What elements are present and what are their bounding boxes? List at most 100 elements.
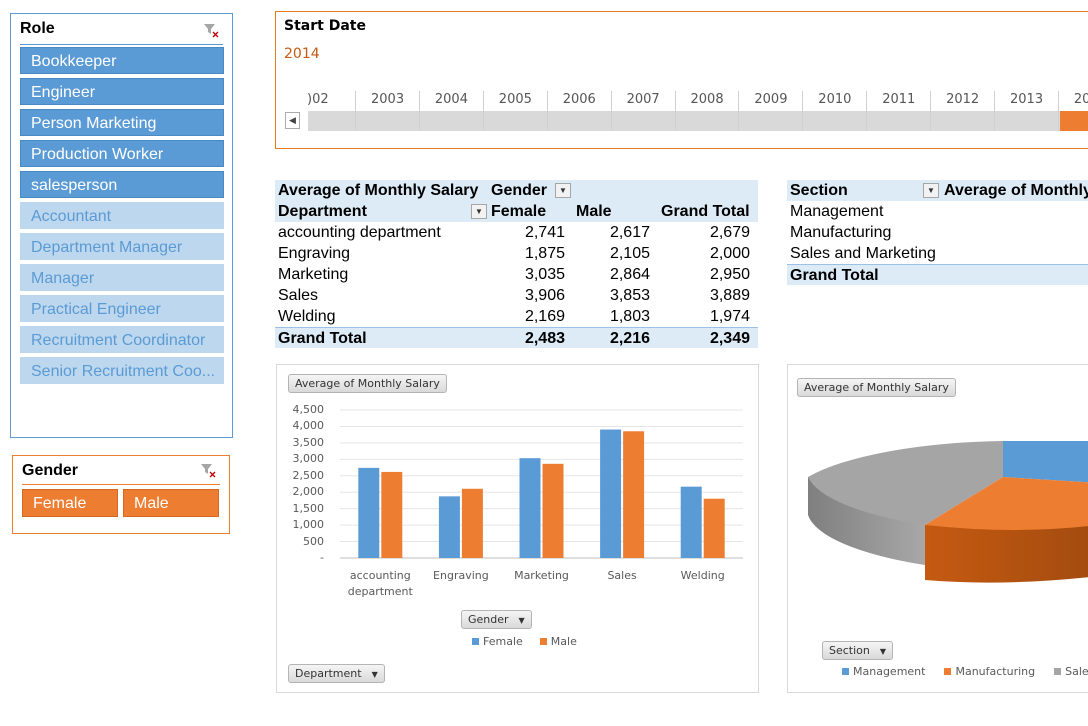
pivot-cell-male: 2,105 xyxy=(609,245,650,262)
pivot-row: Welding 2,169 1,803 1,974 xyxy=(275,306,758,327)
section-row-field: Section xyxy=(790,182,848,199)
clear-filter-icon[interactable] xyxy=(203,22,219,38)
department-axis-field-button[interactable]: Department ▼ xyxy=(288,664,385,683)
timeline-year-label[interactable]: 2014 xyxy=(1074,92,1088,107)
pie-slice-management[interactable] xyxy=(1003,441,1088,483)
pivot-cell-female: 2,169 xyxy=(524,308,565,325)
timeline-year-label[interactable]: )02 xyxy=(307,92,329,107)
department-axis-field-label: Department xyxy=(295,667,362,680)
bar-legend: Female Male xyxy=(472,635,577,648)
timeline-year-label[interactable]: 2003 xyxy=(371,92,404,107)
timeline-tick xyxy=(802,91,804,131)
start-date-timeline: Start Date 2014 ◀ )02 2003 2004 2005 2006 200… xyxy=(275,11,1088,149)
role-item[interactable]: Person Marketing xyxy=(20,109,224,136)
role-item[interactable]: Recruitment Coordinator xyxy=(20,326,224,353)
timeline-year-label[interactable]: 2007 xyxy=(627,92,660,107)
gender-legend-field-button[interactable]: Gender ▼ xyxy=(461,610,532,629)
legend-label-female: Female xyxy=(483,635,523,648)
pivot-cell-male: 3,853 xyxy=(609,287,650,304)
timeline-year-label[interactable]: 2013 xyxy=(1010,92,1043,107)
bar-female[interactable] xyxy=(358,467,380,558)
timeline-year-label[interactable]: 2009 xyxy=(754,92,787,107)
pie-legend: Management Manufacturing Sales xyxy=(842,665,1088,678)
bar-chart[interactable]: Average of Monthly Salary 4,500 4,000 3,50… xyxy=(276,364,759,693)
bar-male[interactable] xyxy=(703,498,725,558)
x-category-label: accounting department xyxy=(347,569,413,598)
bar-male[interactable] xyxy=(542,463,564,558)
department-filter-dropdown-icon[interactable]: ▼ xyxy=(471,204,487,219)
timeline-track[interactable] xyxy=(308,111,1060,131)
bar-male[interactable] xyxy=(381,471,403,558)
bar-female[interactable] xyxy=(680,486,702,558)
role-item[interactable]: Department Manager xyxy=(20,233,224,260)
role-item[interactable]: Accountant xyxy=(20,202,224,229)
pivot-cell-grand-total: 2,679 xyxy=(709,224,750,241)
timeline-year-label[interactable]: 2004 xyxy=(435,92,468,107)
role-item[interactable]: salesperson xyxy=(20,171,224,198)
timeline-year-label[interactable]: 2010 xyxy=(818,92,851,107)
gender-legend-field-label: Gender xyxy=(468,613,509,626)
pivot-row-label: accounting department xyxy=(278,224,441,241)
pivot-cell-female: 3,035 xyxy=(524,266,565,283)
grand-total-label: Grand Total xyxy=(278,330,367,347)
gender-slicer-divider xyxy=(22,484,220,485)
bar-male[interactable] xyxy=(461,488,483,558)
legend-swatch-sales xyxy=(1054,668,1062,675)
pivot-row: Engraving 1,875 2,105 2,000 xyxy=(275,243,758,264)
bar-female[interactable] xyxy=(600,429,622,558)
pivot-row-label: Sales xyxy=(278,287,319,304)
clear-filter-icon[interactable] xyxy=(200,462,216,478)
bar-female[interactable] xyxy=(438,496,460,558)
gender-filter-dropdown-icon[interactable]: ▼ xyxy=(555,183,571,198)
pivot-col-field: Gender xyxy=(491,182,548,199)
timeline-year-label[interactable]: 2005 xyxy=(499,92,532,107)
pivot-cell-female: 3,906 xyxy=(524,287,565,304)
bar-female[interactable] xyxy=(519,458,541,558)
pivot-row: accounting department 2,741 2,617 2,679 xyxy=(275,222,758,243)
pivot-row-field: Department xyxy=(278,203,367,220)
timeline-tick xyxy=(674,91,676,131)
section-row-label: Sales and Marketing xyxy=(790,245,936,262)
pivot-cell-grand-total: 1,974 xyxy=(709,308,750,325)
pivot-row: Sales 3,906 3,853 3,889 xyxy=(275,285,758,306)
role-item[interactable]: Engineer xyxy=(20,78,224,105)
bar-male[interactable] xyxy=(623,431,645,558)
section-filter-dropdown-icon[interactable]: ▼ xyxy=(923,183,939,198)
timeline-year-label[interactable]: 2006 xyxy=(563,92,596,107)
section-grand-total-row: Grand Total xyxy=(787,264,1088,285)
gender-item-male[interactable]: Male xyxy=(123,489,219,517)
timeline-tick xyxy=(866,91,868,131)
role-item[interactable]: Bookkeeper xyxy=(20,47,224,74)
timeline-year-label[interactable]: 2008 xyxy=(691,92,724,107)
column-header-male: Male xyxy=(576,203,612,220)
pivot-cell-male: 2,864 xyxy=(609,266,650,283)
gender-item-female[interactable]: Female xyxy=(22,489,118,517)
scroll-left-icon[interactable]: ◀ xyxy=(285,112,300,129)
section-legend-field-label: Section xyxy=(829,644,870,657)
legend-label-sales: Sales xyxy=(1065,665,1088,678)
legend-swatch-female xyxy=(472,638,479,645)
x-category-label: Sales xyxy=(607,569,637,582)
role-item[interactable]: Practical Engineer xyxy=(20,295,224,322)
pivot-subheader-row: Department ▼ Female Male Grand Total xyxy=(275,201,758,222)
timeline-tick xyxy=(930,91,932,131)
pie-chart[interactable]: Average of Monthly Salary Section ▼ Manag… xyxy=(787,364,1088,693)
timeline-year-label[interactable]: 2012 xyxy=(946,92,979,107)
chevron-down-icon: ▼ xyxy=(879,647,887,656)
role-item[interactable]: Manager xyxy=(20,264,224,291)
section-legend-field-button[interactable]: Section ▼ xyxy=(822,641,894,660)
timeline-selection[interactable] xyxy=(1060,111,1088,131)
legend-swatch-male xyxy=(539,638,547,645)
pivot-table-gender: Average of Monthly Salary Gender ▼ Depar… xyxy=(275,180,758,350)
timeline-year-label[interactable]: 2011 xyxy=(882,92,915,107)
section-row-label: Management xyxy=(790,203,884,220)
timeline-tick xyxy=(738,91,740,131)
grand-total-male: 2,216 xyxy=(609,330,650,347)
pivot-row-label: Welding xyxy=(278,308,336,325)
timeline-tick xyxy=(418,91,420,131)
pivot-row-label: Engraving xyxy=(278,245,351,262)
timeline-tick xyxy=(482,91,484,131)
role-slicer-title: Role xyxy=(20,20,55,37)
role-item[interactable]: Production Worker xyxy=(20,140,224,167)
role-item[interactable]: Senior Recruitment Coo... xyxy=(20,357,224,384)
